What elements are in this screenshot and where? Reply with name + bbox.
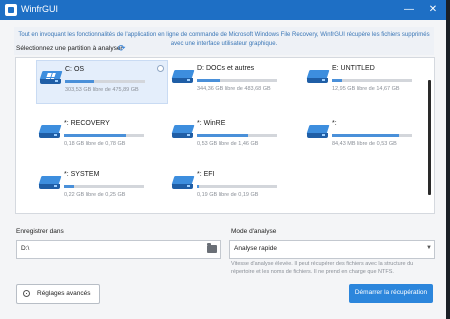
selection-radio[interactable] (157, 65, 164, 72)
usage-bar (332, 134, 412, 137)
partition-section-label: Sélectionnez une partition à analyser (16, 45, 123, 52)
partition-card-c[interactable]: C: OS 303,53 GB libre de 475,89 GB (36, 60, 168, 104)
partition-name: *: WinRE (197, 120, 226, 127)
save-location-input[interactable]: D:\ (16, 240, 221, 259)
usage-bar (197, 185, 277, 188)
folder-icon[interactable] (207, 243, 217, 253)
start-recovery-label: Démarrer la récupération (354, 289, 428, 296)
drive-icon (38, 125, 62, 139)
scan-mode-description: Vitesse d'analyse élevée. Il peut récupé… (231, 261, 414, 275)
partition-list-scrollbar[interactable] (428, 80, 431, 195)
partition-size: 0,18 GB libre de 0,78 GB (64, 141, 126, 147)
app-window: WinfrGUI — ✕ Tout en invoquant les fonct… (0, 0, 446, 319)
partition-name: *: SYSTEM (64, 171, 100, 178)
partition-card-winre[interactable]: *: WinRE 0,53 GB libre de 1,46 GB (169, 115, 299, 157)
drive-icon (306, 125, 330, 139)
title-bar[interactable]: WinfrGUI — ✕ (0, 0, 446, 20)
partition-size: 0,22 GB libre de 0,25 GB (64, 192, 126, 198)
drive-icon (171, 70, 195, 84)
refresh-icon[interactable]: ⟳ (118, 44, 126, 53)
partition-list: C: OS 303,53 GB libre de 475,89 GB D: DO… (15, 57, 435, 214)
save-location-value: D:\ (21, 245, 30, 252)
chevron-down-icon: ▼ (426, 245, 432, 251)
partition-card-system[interactable]: *: SYSTEM 0,22 GB libre de 0,25 GB (36, 166, 166, 208)
partition-card-e[interactable]: E: UNTITLED 12,95 GB libre de 14,67 GB (304, 60, 434, 102)
partition-card-recovery[interactable]: *: RECOVERY 0,18 GB libre de 0,78 GB (36, 115, 166, 157)
advanced-settings-button[interactable]: Réglages avancés (16, 284, 100, 304)
partition-card-d[interactable]: D: DOCs et autres 344,36 GB libre de 483… (169, 60, 299, 102)
partition-size: 84,43 MB libre de 0,53 GB (332, 141, 397, 147)
partition-name: *: (332, 120, 337, 127)
partition-size: 344,36 GB libre de 483,68 GB (197, 86, 271, 92)
drive-icon (306, 70, 330, 84)
app-logo-icon (5, 4, 17, 16)
partition-size: 0,19 GB libre de 0,19 GB (197, 192, 259, 198)
partition-name: E: UNTITLED (332, 65, 375, 72)
usage-bar (197, 79, 277, 82)
gear-icon (23, 290, 30, 297)
drive-icon (171, 125, 195, 139)
usage-bar (64, 134, 144, 137)
usage-bar (332, 79, 412, 82)
partition-size: 303,53 GB libre de 475,89 GB (65, 87, 139, 93)
partition-name: C: OS (65, 66, 85, 73)
partition-card-efi[interactable]: *: EFI 0,19 GB libre de 0,19 GB (169, 166, 299, 208)
save-location-label: Enregistrer dans (16, 228, 64, 235)
usage-bar (197, 134, 277, 137)
partition-card-unnamed[interactable]: *: 84,43 MB libre de 0,53 GB (304, 115, 434, 157)
partition-name: D: DOCs et autres (197, 65, 255, 72)
scan-mode-select[interactable]: Analyse rapide ▼ (229, 240, 435, 259)
partition-size: 0,53 GB libre de 1,46 GB (197, 141, 259, 147)
partition-size: 12,95 GB libre de 14,67 GB (332, 86, 400, 92)
scan-mode-value: Analyse rapide (234, 245, 277, 252)
partition-name: *: EFI (197, 171, 215, 178)
intro-text-line1: Tout en invoquant les fonctionnalités de… (18, 32, 430, 38)
usage-bar (64, 185, 144, 188)
desktop-edge (446, 0, 450, 319)
start-recovery-button[interactable]: Démarrer la récupération (349, 284, 433, 303)
scan-mode-label: Mode d'analyse (231, 228, 277, 235)
drive-icon (39, 71, 63, 85)
minimize-button[interactable]: — (400, 0, 418, 20)
drive-icon (38, 176, 62, 190)
advanced-settings-label: Réglages avancés (37, 290, 91, 297)
usage-bar (65, 80, 145, 83)
close-button[interactable]: ✕ (424, 0, 442, 20)
drive-icon (171, 176, 195, 190)
window-title: WinfrGUI (21, 4, 58, 14)
partition-name: *: RECOVERY (64, 120, 110, 127)
